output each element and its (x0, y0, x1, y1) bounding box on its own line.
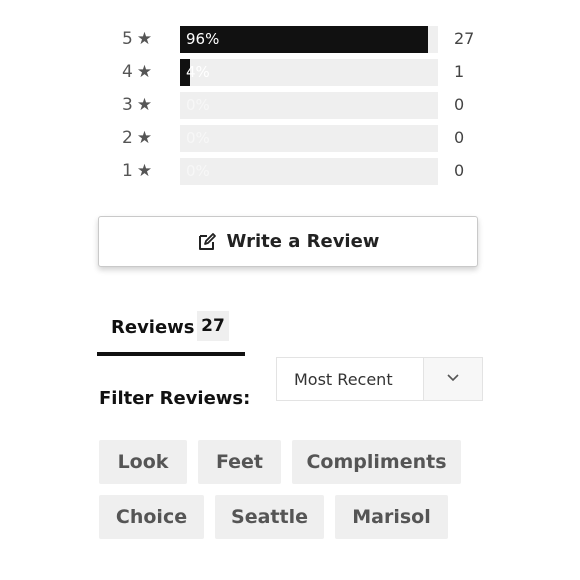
rating-percent: 4% (186, 63, 210, 81)
sort-dropdown-toggle[interactable] (423, 358, 482, 400)
rating-count: 27 (454, 29, 475, 48)
sort-value: Most Recent (294, 370, 393, 389)
edit-icon (198, 232, 216, 250)
rating-row-1[interactable]: 1 ★ 0% 0 (0, 158, 580, 186)
rating-bar: 0% (180, 125, 438, 152)
tab-reviews[interactable]: Reviews 27 (97, 310, 245, 356)
rating-label: 5 ★ (122, 29, 153, 49)
chevron-down-icon (447, 374, 459, 382)
rating-bar: 96% (180, 26, 438, 53)
star-icon: ★ (136, 161, 153, 181)
keyword-chip-marisol[interactable]: Marisol (335, 495, 448, 539)
rating-label: 1 ★ (122, 161, 153, 181)
rating-percent: 96% (186, 30, 220, 48)
tab-label: Reviews (111, 317, 195, 338)
rating-row-4[interactable]: 4 ★ 4% 1 (0, 59, 580, 87)
rating-percent: 0% (186, 96, 210, 114)
rating-row-3[interactable]: 3 ★ 0% 0 (0, 92, 580, 120)
rating-bar: 0% (180, 158, 438, 185)
rating-percent: 0% (186, 129, 210, 147)
rating-label: 4 ★ (122, 62, 153, 82)
rating-count: 0 (454, 95, 465, 114)
rating-row-5[interactable]: 5 ★ 96% 27 (0, 26, 580, 54)
rating-count: 1 (454, 62, 465, 81)
keyword-chip-seattle[interactable]: Seattle (215, 495, 324, 539)
keyword-chip-choice[interactable]: Choice (99, 495, 204, 539)
rating-label: 3 ★ (122, 95, 153, 115)
rating-label: 2 ★ (122, 128, 153, 148)
filter-reviews-label: Filter Reviews: (99, 388, 251, 409)
star-icon: ★ (136, 29, 153, 49)
keyword-chip-feet[interactable]: Feet (198, 440, 281, 484)
rating-bar: 0% (180, 92, 438, 119)
sort-select[interactable]: Most Recent (276, 357, 483, 401)
rating-percent: 0% (186, 162, 210, 180)
rating-count: 0 (454, 128, 465, 147)
star-icon: ★ (136, 128, 153, 148)
keyword-chip-look[interactable]: Look (99, 440, 187, 484)
keyword-chip-compliments[interactable]: Compliments (292, 440, 461, 484)
write-review-label: Write a Review (226, 231, 380, 252)
rating-count: 0 (454, 161, 465, 180)
review-count-badge: 27 (197, 311, 229, 341)
write-review-button[interactable]: Write a Review (98, 216, 478, 267)
rating-bar: 4% (180, 59, 438, 86)
star-icon: ★ (136, 62, 153, 82)
rating-row-2[interactable]: 2 ★ 0% 0 (0, 125, 580, 153)
star-icon: ★ (136, 95, 153, 115)
